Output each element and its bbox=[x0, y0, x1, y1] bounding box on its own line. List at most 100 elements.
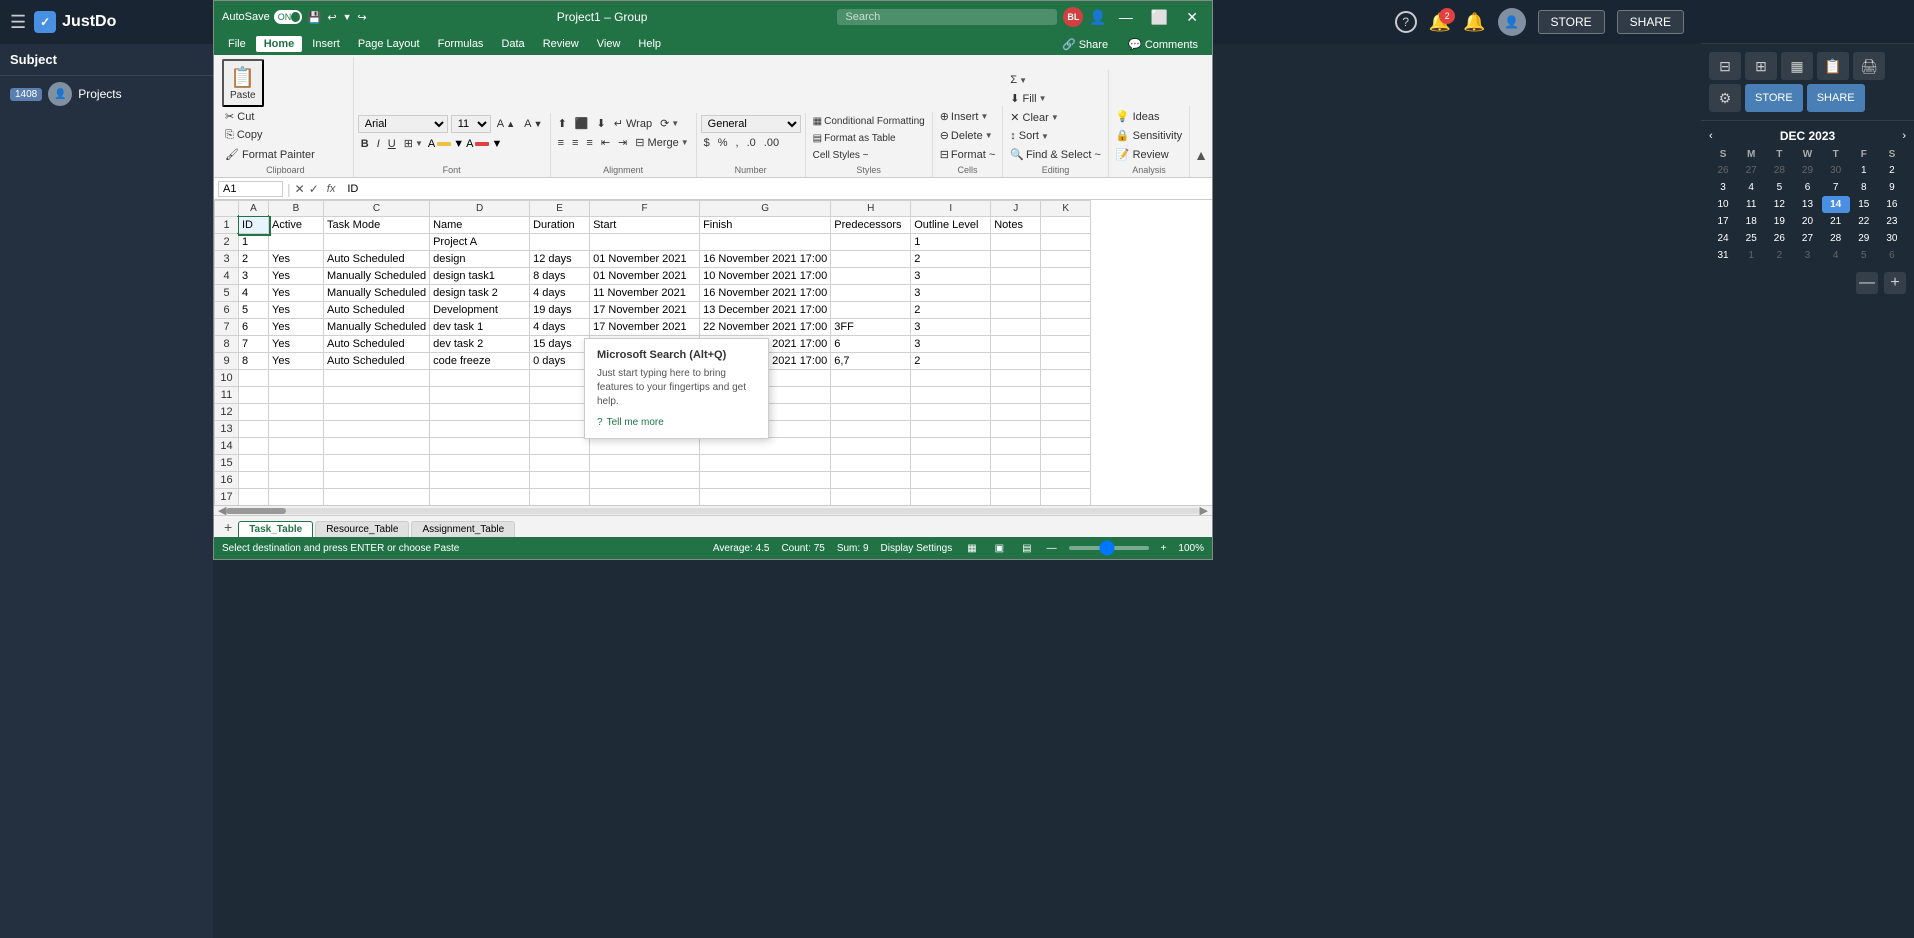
sheet-tab-task-table[interactable]: Task_Table bbox=[238, 521, 313, 537]
cell-c7[interactable]: Manually Scheduled bbox=[324, 319, 430, 336]
cell-k1[interactable] bbox=[1041, 217, 1091, 234]
cal-day[interactable]: 17 bbox=[1709, 213, 1737, 230]
col-a-header[interactable]: A bbox=[239, 201, 269, 217]
cell-a2[interactable]: 1 bbox=[239, 234, 269, 251]
cell-i2[interactable]: 1 bbox=[911, 234, 991, 251]
bell2-icon[interactable]: 🔔 bbox=[1463, 12, 1485, 33]
cut-button[interactable]: ✂ Cut bbox=[222, 108, 318, 125]
menu-data[interactable]: Data bbox=[493, 36, 532, 52]
ideas-button[interactable]: 💡 Ideas bbox=[1113, 108, 1185, 125]
cal-day[interactable]: 29 bbox=[1793, 162, 1821, 179]
menu-help[interactable]: Help bbox=[630, 36, 669, 52]
cell-j4[interactable] bbox=[991, 268, 1041, 285]
copy-button[interactable]: ⎘ Copy bbox=[222, 127, 318, 144]
decrease-font-button[interactable]: A▼ bbox=[521, 116, 545, 132]
menu-share[interactable]: 🔗 Share bbox=[1054, 36, 1116, 53]
cell-k5[interactable] bbox=[1041, 285, 1091, 302]
cell-e6[interactable]: 19 days bbox=[530, 302, 590, 319]
cell-c5[interactable]: Manually Scheduled bbox=[324, 285, 430, 302]
cell-d7[interactable]: dev task 1 bbox=[430, 319, 530, 336]
formula-input[interactable] bbox=[343, 183, 1208, 195]
fill-color[interactable]: A ▼ bbox=[428, 138, 464, 150]
font-color[interactable]: A ▼ bbox=[466, 138, 502, 150]
col-h-header[interactable]: H bbox=[831, 201, 911, 217]
zoom-slider[interactable] bbox=[1069, 546, 1149, 550]
cell-g7[interactable]: 22 November 2021 17:00 bbox=[700, 319, 831, 336]
cell-c4[interactable]: Manually Scheduled bbox=[324, 268, 430, 285]
cal-day[interactable]: 1 bbox=[1737, 247, 1765, 264]
cell-d9[interactable]: code freeze bbox=[430, 353, 530, 370]
cell-h5[interactable] bbox=[831, 285, 911, 302]
cell-b4[interactable]: Yes bbox=[269, 268, 324, 285]
cal-day[interactable]: 3 bbox=[1709, 179, 1737, 196]
confirm-formula-icon[interactable]: ✓ bbox=[309, 182, 319, 196]
cell-h6[interactable] bbox=[831, 302, 911, 319]
cal-day[interactable]: 30 bbox=[1822, 162, 1850, 179]
align-right-button[interactable]: ≡ bbox=[583, 134, 595, 151]
clear-button[interactable]: ✕ Clear ▼ bbox=[1007, 109, 1104, 126]
col-f-header[interactable]: F bbox=[590, 201, 700, 217]
cell-c3[interactable]: Auto Scheduled bbox=[324, 251, 430, 268]
profile-icon[interactable]: 👤 bbox=[1089, 9, 1106, 26]
h-scroll-thumb[interactable] bbox=[226, 508, 286, 514]
cell-b3[interactable]: Yes bbox=[269, 251, 324, 268]
cal-day[interactable]: 5 bbox=[1765, 179, 1793, 196]
restore-button[interactable]: ⬜ bbox=[1145, 7, 1174, 28]
cell-c8[interactable]: Auto Scheduled bbox=[324, 336, 430, 353]
increase-font-button[interactable]: A▲ bbox=[494, 116, 518, 132]
cell-j6[interactable] bbox=[991, 302, 1041, 319]
cell-styles-button[interactable]: Cell Styles ~ bbox=[810, 148, 928, 163]
cal-today[interactable]: 14 bbox=[1822, 196, 1850, 213]
cal-day[interactable]: 5 bbox=[1850, 247, 1878, 264]
cell-j8[interactable] bbox=[991, 336, 1041, 353]
rp-store-btn[interactable]: STORE bbox=[1745, 84, 1803, 112]
cell-k9[interactable] bbox=[1041, 353, 1091, 370]
dec-decrease-button[interactable]: .00 bbox=[761, 135, 782, 151]
align-center-button[interactable]: ≡ bbox=[569, 134, 581, 151]
cell-d4[interactable]: design task1 bbox=[430, 268, 530, 285]
cal-day[interactable]: 6 bbox=[1793, 179, 1821, 196]
col-j-header[interactable]: J bbox=[991, 201, 1041, 217]
cell-h4[interactable] bbox=[831, 268, 911, 285]
cell-a5[interactable]: 4 bbox=[239, 285, 269, 302]
paste-button[interactable]: 📋 Paste bbox=[222, 59, 264, 107]
cell-e1[interactable]: Duration bbox=[530, 217, 590, 234]
autosave-toggle[interactable]: ON bbox=[274, 10, 302, 24]
align-left-button[interactable]: ≡ bbox=[555, 134, 567, 151]
cell-e2[interactable] bbox=[530, 234, 590, 251]
underline-button[interactable]: U bbox=[385, 136, 399, 152]
cell-d5[interactable]: design task 2 bbox=[430, 285, 530, 302]
cal-day[interactable]: 11 bbox=[1737, 196, 1765, 213]
sheet-tab-resource-table[interactable]: Resource_Table bbox=[315, 521, 409, 537]
col-e-header[interactable]: E bbox=[530, 201, 590, 217]
cell-h9[interactable]: 6,7 bbox=[831, 353, 911, 370]
cell-b5[interactable]: Yes bbox=[269, 285, 324, 302]
cal-day[interactable]: 4 bbox=[1737, 179, 1765, 196]
cell-i3[interactable]: 2 bbox=[911, 251, 991, 268]
menu-home[interactable]: Home bbox=[256, 36, 303, 52]
tooltip-link[interactable]: ? Tell me more bbox=[597, 417, 756, 428]
cal-day[interactable]: 1 bbox=[1850, 162, 1878, 179]
cell-k8[interactable] bbox=[1041, 336, 1091, 353]
cell-b6[interactable]: Yes bbox=[269, 302, 324, 319]
cell-j9[interactable] bbox=[991, 353, 1041, 370]
undo-arrow[interactable]: ▼ bbox=[343, 12, 352, 22]
percent-button[interactable]: % bbox=[715, 135, 731, 151]
cell-g2[interactable] bbox=[700, 234, 831, 251]
col-b-header[interactable]: B bbox=[269, 201, 324, 217]
font-name-select[interactable]: Arial bbox=[358, 115, 448, 133]
share-button[interactable]: SHARE bbox=[1617, 10, 1684, 34]
cal-day[interactable]: 3 bbox=[1793, 247, 1821, 264]
close-button[interactable]: ✕ bbox=[1180, 7, 1204, 28]
cal-day[interactable]: 29 bbox=[1850, 230, 1878, 247]
cell-k4[interactable] bbox=[1041, 268, 1091, 285]
cell-k6[interactable] bbox=[1041, 302, 1091, 319]
user-avatar[interactable]: 👤 bbox=[1498, 8, 1526, 36]
menu-comments[interactable]: 💬 Comments bbox=[1120, 36, 1206, 53]
zoom-in-icon[interactable]: + bbox=[1161, 543, 1167, 554]
cell-k3[interactable] bbox=[1041, 251, 1091, 268]
rp-share-btn[interactable]: SHARE bbox=[1807, 84, 1865, 112]
cell-a8[interactable]: 7 bbox=[239, 336, 269, 353]
menu-review[interactable]: Review bbox=[535, 36, 587, 52]
cal-day[interactable]: 22 bbox=[1850, 213, 1878, 230]
